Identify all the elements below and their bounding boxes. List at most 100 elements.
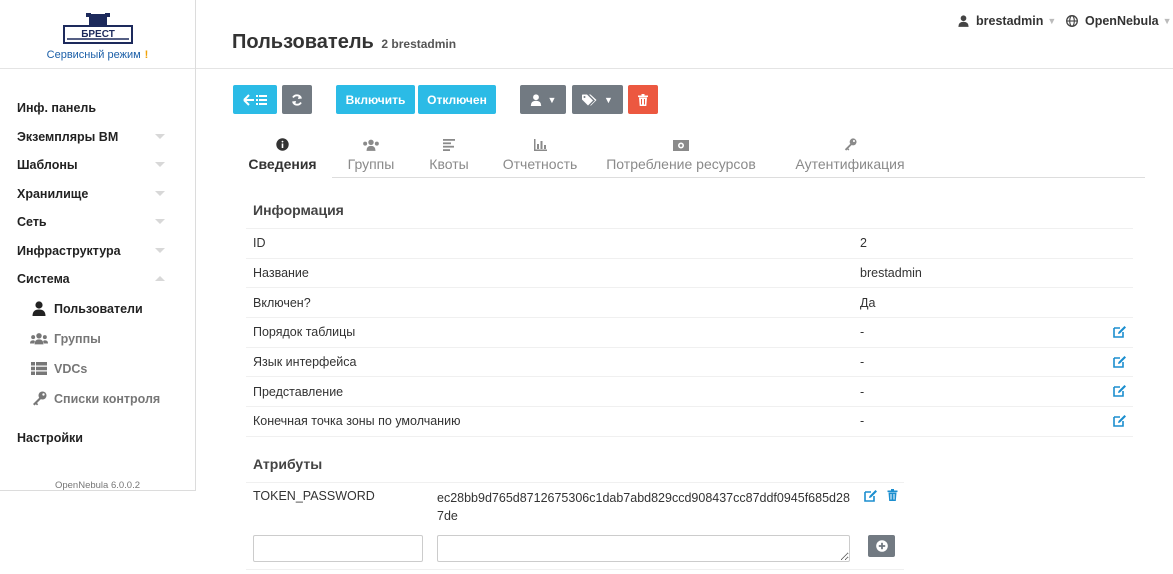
chevron-down-icon: ▼	[1047, 16, 1057, 26]
tab-label: Аутентификация	[795, 156, 905, 172]
tab-accounting[interactable]: Отчетность	[488, 130, 592, 178]
table-row: TOKEN_PASSWORD ec28bb9d765d8712675306c1d…	[246, 483, 904, 531]
user-name: brestadmin	[976, 14, 1044, 28]
row-value: -	[860, 384, 865, 399]
money-icon	[592, 138, 770, 154]
user-icon	[958, 15, 969, 27]
brest-logo-icon: БРЕСТ	[62, 13, 133, 44]
sidebar-item-label: Инф. панель	[17, 101, 97, 116]
users-icon	[332, 138, 410, 154]
sidebar: БРЕСТ Сервисный режим! Инф. панель Экзем…	[0, 0, 196, 491]
user-menu[interactable]: brestadmin ▼	[958, 14, 1056, 28]
new-attribute-value-input[interactable]	[437, 535, 850, 562]
row-key: Порядок таблицы	[253, 325, 356, 340]
table-row: Язык интерфейса -	[246, 346, 1133, 377]
info-table: ID 2 Название brestadmin Включен? Да Пор…	[246, 228, 1133, 437]
edit-icon[interactable]	[1113, 414, 1127, 430]
globe-icon	[1066, 15, 1078, 27]
table-row: Название brestadmin	[246, 257, 1133, 288]
attribute-key: TOKEN_PASSWORD	[253, 489, 375, 503]
info-icon	[233, 138, 332, 154]
page-title: Пользователь 2 brestadmin	[232, 31, 456, 54]
key-icon	[770, 138, 930, 154]
sidebar-subitem-users[interactable]: Пользователи	[0, 294, 195, 324]
tab-showback[interactable]: Потребление ресурсов	[592, 130, 770, 178]
sidebar-item-system[interactable]: Система	[0, 265, 195, 294]
edit-icon[interactable]	[864, 489, 878, 505]
change-owner-button[interactable]: ▼	[520, 85, 566, 114]
sidebar-item-vms[interactable]: Экземпляры ВМ	[0, 123, 195, 152]
chevron-down-icon	[155, 133, 165, 139]
tab-quotas[interactable]: Квоты	[410, 130, 488, 178]
sidebar-item-infrastructure[interactable]: Инфраструктура	[0, 237, 195, 266]
sidebar-subitem-label: VDCs	[54, 361, 88, 376]
sidebar-item-label: Экземпляры ВМ	[17, 129, 119, 144]
tab-groups[interactable]: Группы	[332, 130, 410, 178]
bar-chart-icon	[488, 138, 592, 154]
disable-button[interactable]: Отключен	[418, 85, 496, 114]
sidebar-menu: Инф. панель Экземпляры ВМ Шаблоны Хранил…	[0, 69, 195, 491]
zone-menu[interactable]: OpenNebula ▼	[1066, 14, 1172, 28]
sidebar-item-label: Сеть	[17, 215, 47, 230]
sidebar-subitem-acls[interactable]: Списки контроля	[0, 384, 195, 414]
refresh-button[interactable]	[282, 85, 312, 114]
tab-label: Сведения	[248, 156, 317, 172]
table-row: Включен? Да	[246, 287, 1133, 317]
sidebar-item-label: Система	[17, 272, 70, 287]
user-icon	[30, 301, 48, 316]
labels-button[interactable]: ▼	[572, 85, 623, 114]
page-title-text: Пользователь	[232, 31, 374, 53]
table-row: ID 2	[246, 228, 1133, 258]
sidebar-item-settings[interactable]: Настройки	[0, 424, 195, 453]
header: Пользователь 2 brestadmin brestadmin ▼ Op…	[196, 0, 1173, 69]
tab-label: Отчетность	[502, 156, 578, 172]
sidebar-item-dashboard[interactable]: Инф. панель	[0, 94, 195, 123]
attributes-section-title: Атрибуты	[253, 456, 323, 472]
tab-bar: Сведения Группы Квоты Отчетность Потребл…	[233, 130, 1145, 178]
brest-logo[interactable]: БРЕСТ	[62, 12, 133, 44]
list-icon	[30, 362, 48, 375]
svg-text:БРЕСТ: БРЕСТ	[81, 29, 115, 40]
back-button[interactable]	[233, 85, 277, 114]
tags-icon	[582, 94, 597, 105]
sidebar-subitem-groups[interactable]: Группы	[0, 324, 195, 354]
sidebar-subitem-label: Списки контроля	[54, 391, 161, 406]
edit-icon[interactable]	[1113, 384, 1127, 400]
tab-authentication[interactable]: Аутентификация	[770, 130, 930, 178]
table-divider	[246, 569, 904, 570]
service-mode-label[interactable]: Сервисный режим!	[0, 49, 195, 61]
align-left-icon	[410, 138, 488, 154]
sidebar-item-storage[interactable]: Хранилище	[0, 180, 195, 209]
key-icon	[30, 391, 48, 406]
sidebar-item-templates[interactable]: Шаблоны	[0, 151, 195, 180]
edit-icon[interactable]	[1113, 325, 1127, 341]
add-attribute-button[interactable]	[868, 535, 895, 557]
sidebar-subitem-vdcs[interactable]: VDCs	[0, 354, 195, 384]
new-attribute-key-input[interactable]	[253, 535, 423, 562]
refresh-icon	[292, 93, 302, 106]
tab-label: Потребление ресурсов	[606, 156, 756, 172]
row-key: Включен?	[253, 295, 311, 310]
tab-label: Группы	[347, 156, 395, 172]
row-key: Язык интерфейса	[253, 355, 357, 370]
user-icon	[530, 93, 541, 106]
sidebar-subitem-label: Группы	[54, 331, 101, 346]
attributes-table: TOKEN_PASSWORD ec28bb9d765d8712675306c1d…	[246, 482, 904, 531]
tab-info[interactable]: Сведения	[233, 130, 332, 178]
edit-icon[interactable]	[1113, 355, 1127, 371]
delete-button[interactable]	[628, 85, 658, 114]
plus-circle-icon	[875, 540, 888, 552]
row-key: Представление	[253, 384, 344, 399]
chevron-up-icon	[155, 276, 165, 281]
sidebar-subitem-label: Пользователи	[54, 301, 143, 316]
sidebar-item-network[interactable]: Сеть	[0, 208, 195, 237]
warning-icon: !	[144, 49, 149, 61]
logo-area: БРЕСТ Сервисный режим!	[0, 0, 195, 69]
table-divider	[246, 435, 1133, 437]
enable-button[interactable]: Включить	[336, 85, 415, 114]
zone-name: OpenNebula	[1085, 14, 1159, 28]
trash-icon[interactable]	[887, 489, 898, 504]
sidebar-item-label: Настройки	[17, 430, 83, 445]
row-key: Название	[253, 266, 309, 281]
active-tab-gap	[233, 177, 332, 179]
